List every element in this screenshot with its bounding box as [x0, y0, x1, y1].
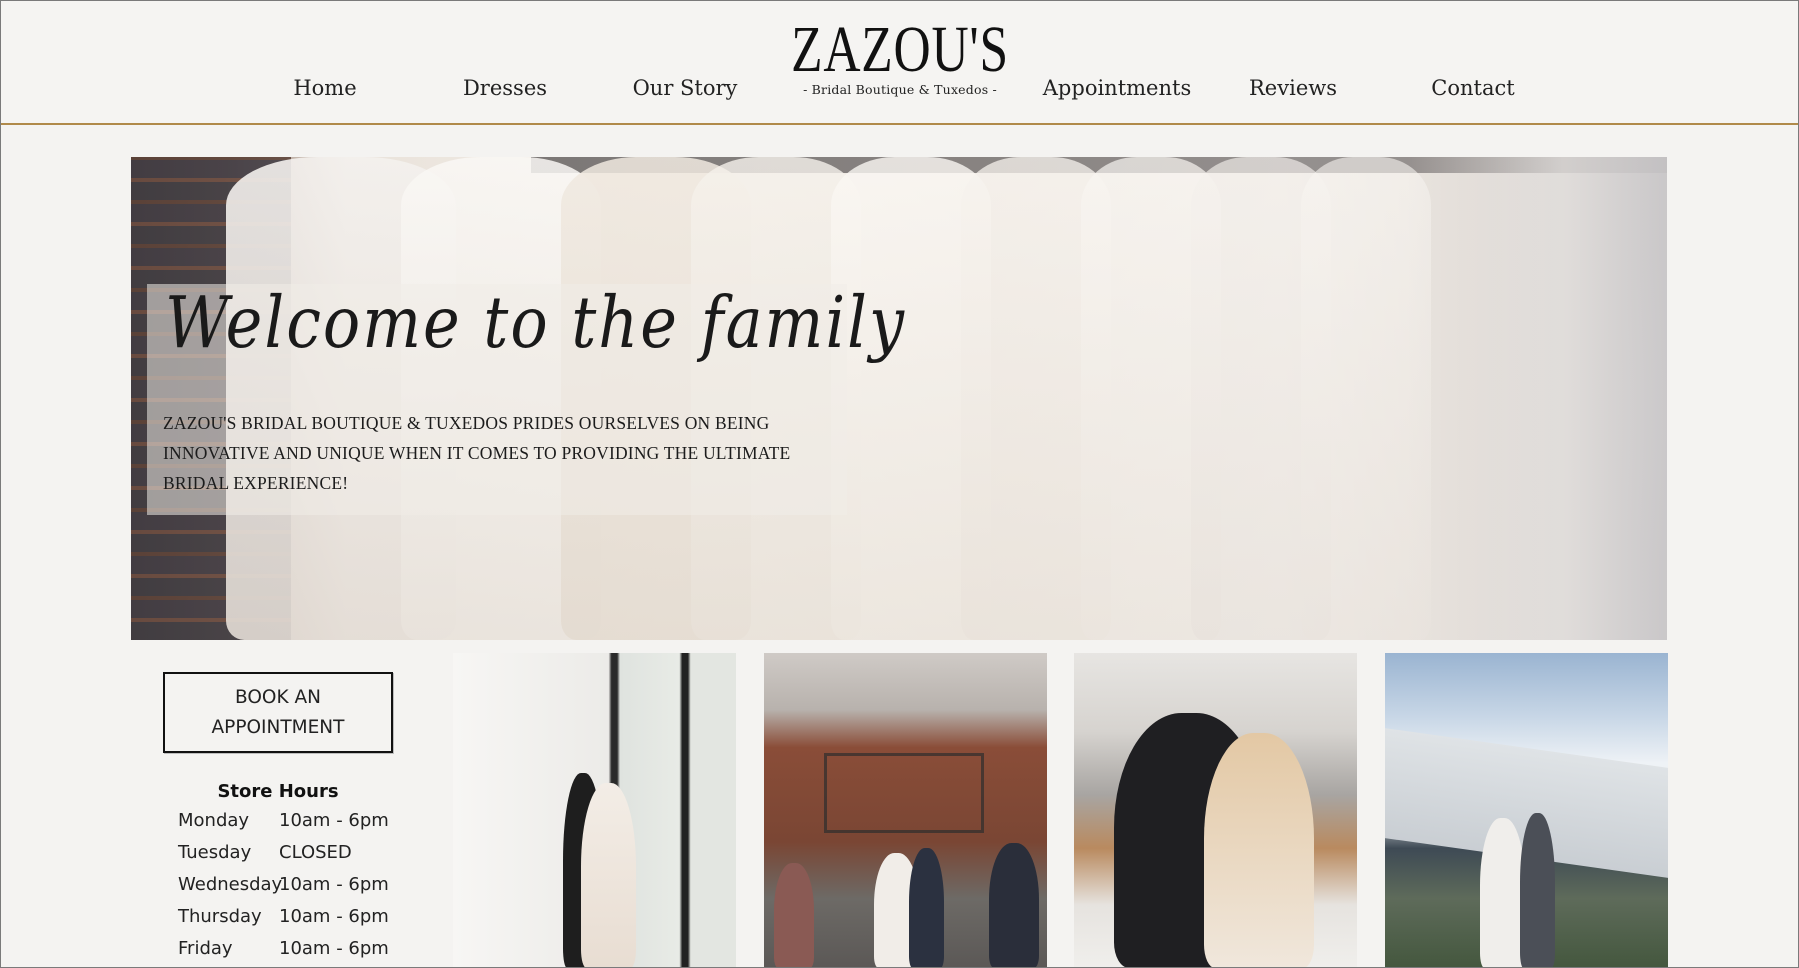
hero-background-blur	[1407, 157, 1667, 640]
hours-time: 10am - 6pm	[279, 938, 389, 959]
gallery-photo-couple-barn[interactable]	[1385, 653, 1668, 968]
hours-day: Wednesday	[178, 874, 283, 895]
hours-time: 10am - 6pm	[279, 874, 389, 895]
hours-time: 10am - 6pm	[279, 906, 389, 927]
photo-bride-figure	[581, 783, 636, 968]
hours-time: CLOSED	[279, 842, 352, 863]
store-hours-table: Monday 10am - 6pm Tuesday CLOSED Wednesd…	[178, 810, 418, 968]
hours-day: Monday	[178, 810, 250, 831]
photo-groom-figure	[1520, 813, 1555, 968]
photo-bride-figure	[1480, 818, 1525, 968]
logo-wordmark: ZAZOU'S	[791, 13, 1009, 86]
nav-appointments[interactable]: Appointments	[1043, 76, 1191, 100]
book-appointment-button[interactable]: BOOK AN APPOINTMENT	[163, 672, 393, 753]
welcome-text: ZAZOU'S BRIDAL BOUTIQUE & TUXEDOS PRIDES…	[163, 413, 791, 493]
site-logo[interactable]: ZAZOU'S - Bridal Boutique & Tuxedos -	[760, 13, 1039, 98]
hero-banner-image: Welcome to the family ZAZOU'S BRIDAL BOU…	[131, 157, 1667, 640]
photo-bridesmaid-figure	[774, 863, 814, 968]
hours-row: Thursday 10am - 6pm	[178, 906, 418, 938]
hours-day: Thursday	[178, 906, 262, 927]
welcome-overlay: Welcome to the family ZAZOU'S BRIDAL BOU…	[147, 281, 904, 515]
hours-row: Friday 10am - 6pm	[178, 938, 418, 968]
book-button-line1: BOOK AN	[235, 687, 321, 708]
photo-skybridge	[824, 753, 984, 833]
photo-groom-figure	[909, 848, 944, 968]
nav-reviews[interactable]: Reviews	[1249, 76, 1337, 100]
nav-our-story[interactable]: Our Story	[633, 76, 738, 100]
hours-row: Tuesday CLOSED	[178, 842, 418, 874]
site-header: Home Dresses Our Story ZAZOU'S - Bridal …	[0, 0, 1799, 125]
hours-day: Friday	[178, 938, 233, 959]
hours-row: Wednesday 10am - 6pm	[178, 874, 418, 906]
hours-time: 10am - 6pm	[279, 810, 389, 831]
hours-row: Monday 10am - 6pm	[178, 810, 418, 842]
store-hours-title: Store Hours	[217, 781, 339, 802]
nav-dresses[interactable]: Dresses	[463, 76, 547, 100]
gallery-photo-couple-window[interactable]	[453, 653, 736, 968]
photo-groomsman-figure	[989, 843, 1039, 968]
hours-day: Tuesday	[178, 842, 252, 863]
gallery-photo-wedding-party-street[interactable]	[764, 653, 1047, 968]
book-button-line2: APPOINTMENT	[211, 717, 345, 738]
nav-contact[interactable]: Contact	[1431, 76, 1514, 100]
photo-bride-figure	[1204, 733, 1314, 968]
welcome-title: Welcome to the family	[165, 280, 907, 365]
nav-home[interactable]: Home	[293, 76, 356, 100]
gallery-photo-couple-embrace[interactable]	[1074, 653, 1357, 968]
